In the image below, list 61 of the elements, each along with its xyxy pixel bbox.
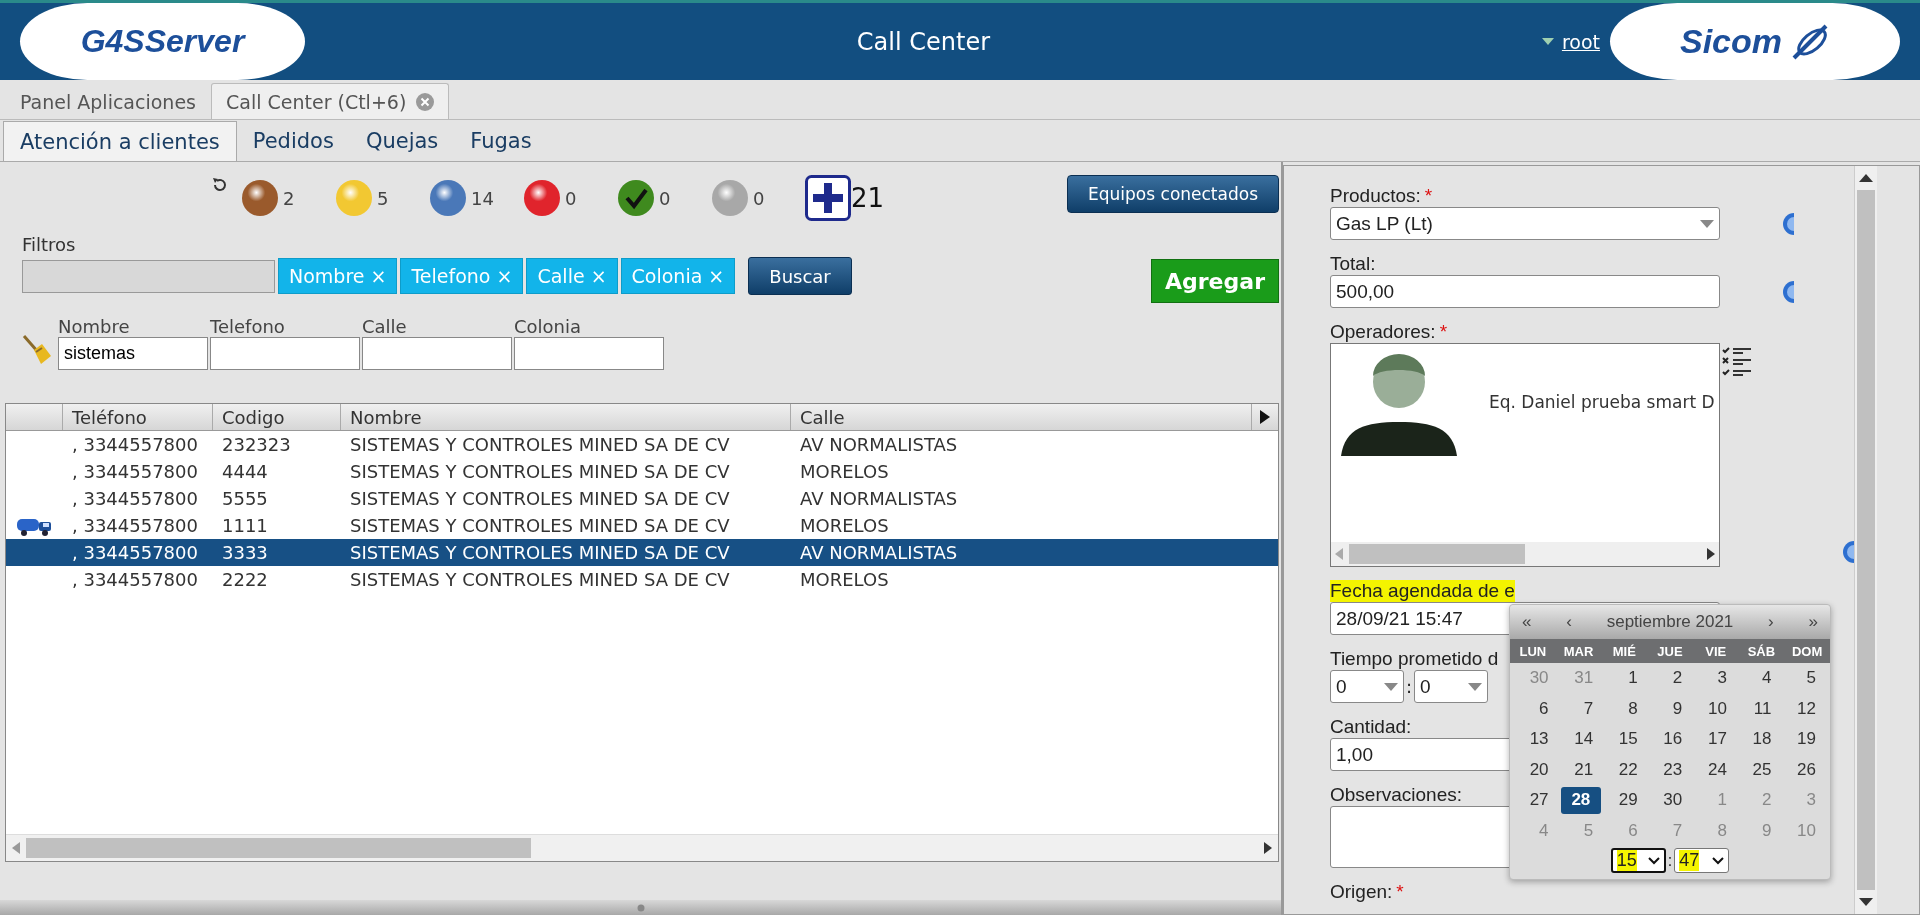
time-separator: : [1406,676,1413,697]
field-label: Telefono [210,316,286,337]
weekday-label: SÁB [1746,643,1777,659]
table-cell-text: SISTEMAS Y CONTROLES MINED SA DE CV [349,515,731,536]
status-count: 0 [753,187,765,209]
field-label: Nombre [58,316,131,337]
status-count: 2 [283,187,295,209]
status-count: 0 [565,187,577,209]
field-label: Tiempo prometido d [1330,648,1499,670]
required-mark: * [1424,185,1433,207]
table-cell-text: SISTEMAS Y CONTROLES MINED SA DE CV [349,542,731,563]
weekday-label: DOM [1790,643,1824,659]
table-cell-text: 1111 [221,515,269,536]
table-cell-text: 3333 [221,542,269,563]
month-title: septiembre 2021 [1606,612,1734,632]
logo: G4SServer [20,3,305,80]
table-cell-text: AV NORMALISTAS [799,434,959,455]
field-label: Colonia [514,316,583,337]
weekday-label: JUE [1656,643,1684,659]
status-count: 0 [659,187,671,209]
field-label: Calle [362,316,408,337]
field-label: Productos: [1330,185,1421,207]
required-mark: * [1439,321,1448,343]
weekday-label: MIÉ [1611,643,1637,659]
weekday-label: LUN [1518,643,1548,659]
table-cell-text: SISTEMAS Y CONTROLES MINED SA DE CV [349,461,731,482]
table-cell-text: 4444 [221,461,269,482]
field-label: Observaciones: [1330,784,1462,806]
operator-name: Eq. Daniel prueba smart D [1489,392,1715,412]
table-cell-text: AV NORMALISTAS [799,488,959,509]
table-cell-text: , 3344557800 [71,515,199,536]
table-cell-text: 5555 [221,488,269,509]
required-mark: * [1396,881,1404,903]
table-cell-text: MORELOS [799,515,890,536]
field-label: Fecha agendada de e [1330,580,1515,602]
table-cell-text: SISTEMAS Y CONTROLES MINED SA DE CV [349,569,731,590]
weekday-label: VIE [1704,643,1728,659]
add-count: 21 [851,183,885,213]
weekday-label: MAR [1562,643,1595,659]
table-cell-text: , 3344557800 [71,542,199,563]
field-label: Operadores: [1330,321,1436,343]
status-count: 5 [377,187,389,209]
table-cell-text: , 3344557800 [71,488,199,509]
filters-label: Filtros [22,234,77,255]
time-separator: : [1667,851,1673,870]
table-cell-text: 2222 [221,569,269,590]
table-cell-text: MORELOS [799,461,890,482]
window-title: Call Center [855,27,992,56]
table-cell-text: , 3344557800 [71,461,199,482]
table-cell-text: AV NORMALISTAS [799,542,959,563]
table-cell-text: 232323 [221,434,292,455]
table-cell-text: SISTEMAS Y CONTROLES MINED SA DE CV [349,434,731,455]
table-cell-text: , 3344557800 [71,434,199,455]
field-label: Origen: [1330,881,1393,903]
table-cell-text: SISTEMAS Y CONTROLES MINED SA DE CV [349,488,731,509]
status-count: 14 [471,187,494,209]
table-cell-text: , 3344557800 [71,569,199,590]
table-cell-text: MORELOS [799,569,890,590]
field-label: Cantidad: [1330,716,1412,738]
logo: Sicom [1610,3,1900,80]
field-label: Total: [1330,253,1376,275]
